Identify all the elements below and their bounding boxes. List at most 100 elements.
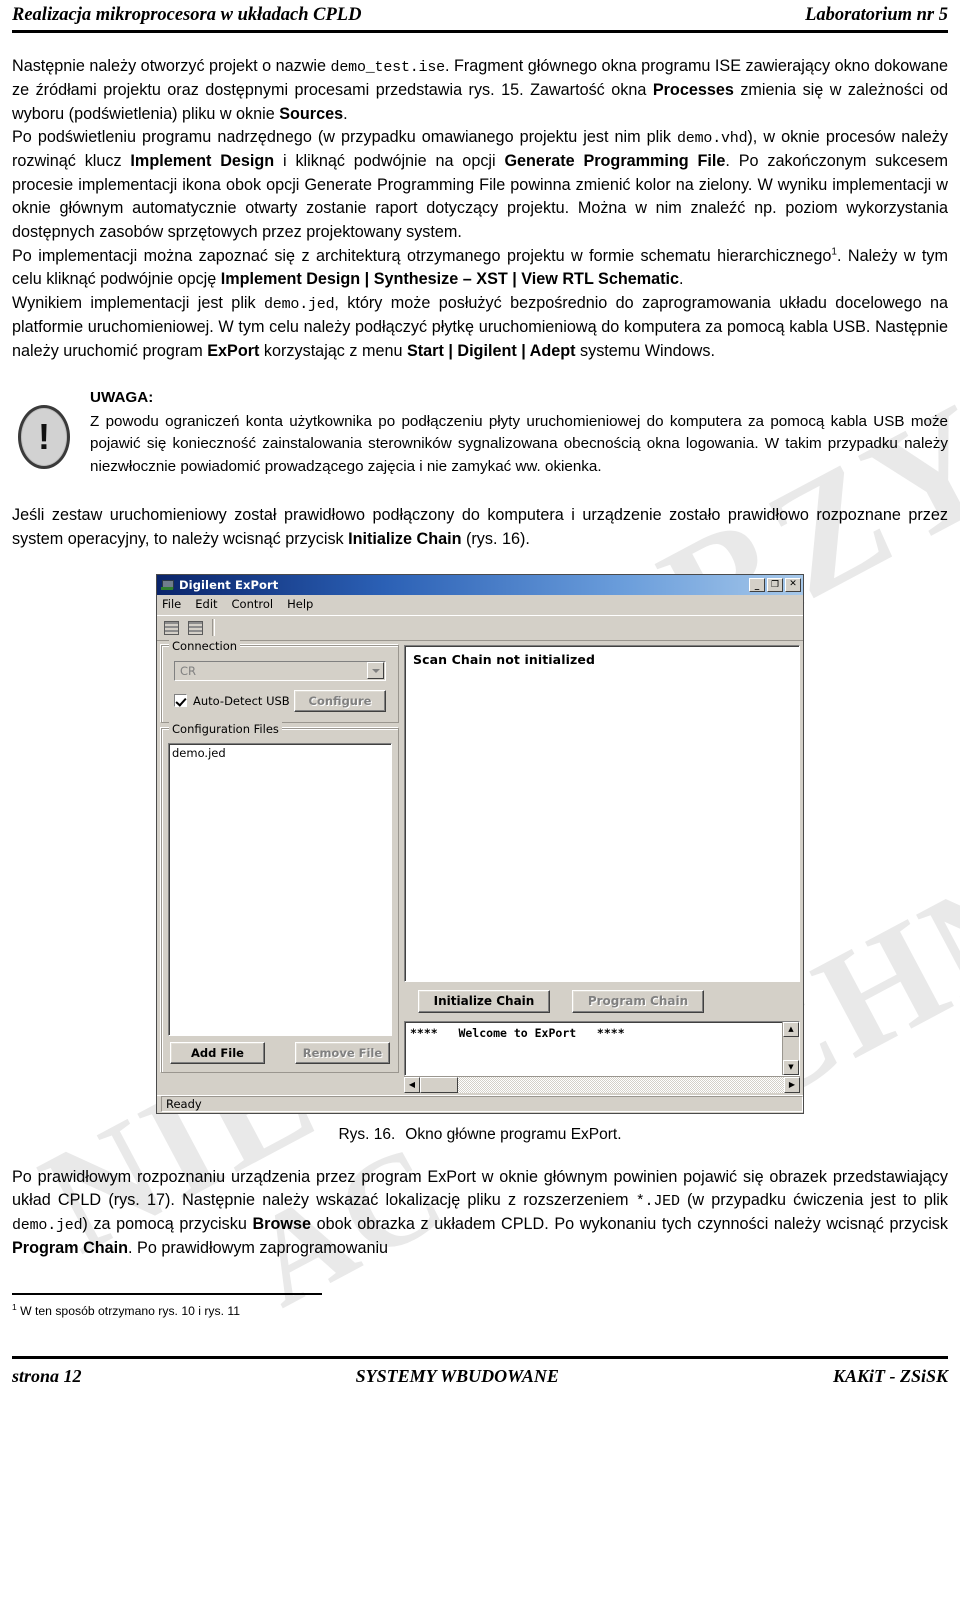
toolbar-separator — [212, 619, 215, 637]
scroll-right-icon[interactable]: ▶ — [784, 1076, 800, 1093]
maximize-button[interactable]: ❐ — [767, 577, 783, 592]
p1-bold-processes: Processes — [652, 80, 734, 99]
p1-text-a: Następnie należy otworzyć projekt o nazw… — [12, 57, 331, 75]
bottom-paragraph: Po prawidłowym rozpoznaniu urządzenia pr… — [12, 1166, 948, 1261]
p3-text-c: . — [679, 270, 684, 289]
connection-combo-value: CR — [180, 663, 197, 678]
p4-text-a: Wynikiem implementacji jest plik — [12, 294, 264, 313]
scroll-track[interactable] — [458, 1077, 784, 1093]
console-horizontal-scrollbar[interactable]: ◀ ▶ — [404, 1075, 800, 1093]
scroll-down-icon[interactable]: ▼ — [783, 1059, 799, 1075]
bottom-bold-program-chain: Program Chain — [12, 1238, 129, 1257]
minimize-icon: _ — [754, 580, 760, 591]
header-right-title: Laboratorium nr 5 — [805, 5, 948, 25]
minimize-button[interactable]: _ — [749, 577, 765, 592]
p2-text-c: i kliknąć podwójnie na opcji — [274, 152, 505, 171]
p3-text-a: Po implementacji można zapoznać się z ar… — [12, 246, 832, 265]
footer-course-title: SYSTEMY WBUDOWANE — [355, 1365, 559, 1386]
footer-rule — [12, 1355, 948, 1359]
list-item[interactable]: demo.jed — [172, 746, 388, 760]
console-line: **** Welcome to ExPort **** — [410, 1025, 625, 1040]
configuration-files-buttons: Add File Remove File — [165, 1041, 395, 1066]
window-titlebar[interactable]: Digilent ExPort _ ❐ ✕ — [157, 574, 803, 595]
footer-department: KAKiT - ZSiSK — [832, 1365, 948, 1386]
p1-bold-sources: Sources — [279, 104, 344, 123]
paragraph-4: Wynikiem implementacji jest plik demo.je… — [12, 292, 948, 363]
footer-page-number: strona 12 — [12, 1365, 82, 1386]
p4-code-demo-jed: demo.jed — [264, 296, 335, 314]
paragraph-2: Po podświetleniu programu nadrzędnego (w… — [12, 126, 948, 245]
bottom-text-d: obok obrazka z układem CPLD. Po wykonani… — [310, 1215, 948, 1234]
close-button[interactable]: ✕ — [785, 577, 801, 592]
warning-note: ! UWAGA: Z powodu ograniczeń konta użytk… — [12, 387, 948, 478]
running-header: Realizacja mikroprocesora w układach CPL… — [12, 0, 948, 26]
configure-button[interactable]: Configure — [294, 689, 386, 712]
auto-detect-row: Auto-Detect USB Configure — [170, 689, 390, 714]
initialize-chain-button[interactable]: Initialize Chain — [418, 989, 550, 1013]
configuration-files-group-label: Configuration Files — [169, 721, 282, 736]
remove-file-button[interactable]: Remove File — [295, 1041, 390, 1064]
window-client-area: Connection CR Auto-Detect USB Configure — [157, 638, 803, 1095]
footnote-1: 1 W ten sposób otrzymano rys. 10 i rys. … — [12, 1302, 948, 1318]
p4-bold-start-menu-path: Start | Digilent | Adept — [406, 341, 576, 360]
right-panel: Scan Chain not initialized Initialize Ch… — [404, 644, 800, 1093]
p2-code-demo-vhd: demo.vhd — [677, 130, 748, 148]
p4-text-d: systemu Windows. — [575, 341, 715, 360]
bottom-bold-browse: Browse — [252, 1215, 311, 1234]
p1-text-d: . — [343, 104, 348, 123]
initialize-chain-toolbar-icon[interactable] — [161, 618, 182, 638]
p4-text-c: korzystając z menu — [259, 341, 407, 360]
scroll-up-icon[interactable]: ▲ — [783, 1021, 799, 1037]
bottom-code-jed-ext: *.JED — [635, 1193, 680, 1211]
maximize-icon: ❐ — [770, 579, 780, 590]
add-file-button[interactable]: Add File — [170, 1041, 265, 1064]
console-output: **** Welcome to ExPort **** ▲ ▼ — [404, 1020, 800, 1076]
paragraph-1: Następnie należy otworzyć projekt o nazw… — [12, 55, 948, 126]
connection-combo[interactable]: CR — [174, 660, 386, 681]
window-control-buttons: _ ❐ ✕ — [749, 577, 801, 592]
p2-bold-implement-design: Implement Design — [130, 152, 275, 171]
p2-bold-generate-programming-file: Generate Programming File — [504, 152, 726, 171]
application-icon — [160, 578, 175, 592]
main-body-text: Następnie należy otworzyć projekt o nazw… — [12, 55, 948, 363]
toolbar — [157, 614, 803, 641]
program-chain-toolbar-icon[interactable] — [185, 618, 206, 638]
menu-item-edit[interactable]: Edit — [195, 597, 217, 611]
p2-text-a: Po podświetleniu programu nadrzędnego (w… — [12, 128, 677, 147]
chain-button-row: Initialize Chain Program Chain — [404, 982, 800, 1021]
chevron-down-icon[interactable] — [367, 662, 384, 680]
paragraph-after-note: Jeśli zestaw uruchomieniowy został prawi… — [12, 504, 948, 551]
figure-number: Rys. 16. — [338, 1125, 396, 1143]
menu-item-help[interactable]: Help — [287, 597, 313, 611]
menu-item-file[interactable]: File — [162, 597, 181, 611]
scroll-left-icon[interactable]: ◀ — [404, 1076, 420, 1093]
menu-item-control[interactable]: Control — [232, 597, 274, 611]
bottom-text-c: ) za pomocą przycisku — [82, 1215, 253, 1234]
auto-detect-usb-checkbox[interactable] — [174, 694, 187, 708]
connection-group: Connection CR Auto-Detect USB Configure — [161, 638, 399, 723]
program-chain-button[interactable]: Program Chain — [572, 989, 704, 1013]
figure-image-wrap: Digilent ExPort _ ❐ ✕ File Edit Control … — [12, 573, 948, 1114]
after-note-bold-initialize-chain: Initialize Chain — [348, 529, 462, 548]
configuration-files-list[interactable]: demo.jed — [168, 742, 392, 1036]
scan-chain-status-message: Scan Chain not initialized — [413, 651, 595, 667]
after-note-text-b: (rys. 16). — [461, 529, 530, 548]
p1-code-demo-test-ise: demo_test.ise — [330, 59, 446, 76]
console-vertical-scrollbar[interactable]: ▲ ▼ — [782, 1021, 799, 1075]
status-text: Ready — [161, 1096, 803, 1113]
header-left-title: Realizacja mikroprocesora w układach CPL… — [12, 5, 362, 25]
page-footer: strona 12 SYSTEMY WBUDOWANE KAKiT - ZSiS… — [12, 1366, 948, 1387]
configuration-files-group: Configuration Files demo.jed Add File Re… — [161, 721, 399, 1073]
auto-detect-usb-label: Auto-Detect USB — [193, 693, 290, 708]
p4-bold-export: ExPort — [207, 341, 260, 360]
footnote-text: W ten sposób otrzymano rys. 10 i rys. 11 — [16, 1303, 241, 1318]
scroll-thumb[interactable] — [420, 1076, 458, 1093]
warning-note-title: UWAGA: — [90, 389, 154, 407]
left-panel: Connection CR Auto-Detect USB Configure — [161, 638, 399, 1093]
figure-caption-text: Okno główne programu ExPort. — [405, 1125, 622, 1143]
warning-note-body: UWAGA: Z powodu ograniczeń konta użytkow… — [76, 387, 948, 478]
p3-bold-menu-path: Implement Design | Synthesize – XST | Vi… — [220, 270, 680, 289]
document-page: Realizacja mikroprocesora w układach CPL… — [0, 0, 960, 1600]
bottom-text-b: (w przypadku ćwiczenia jest to plik — [679, 1191, 948, 1210]
close-icon: ✕ — [789, 578, 797, 589]
